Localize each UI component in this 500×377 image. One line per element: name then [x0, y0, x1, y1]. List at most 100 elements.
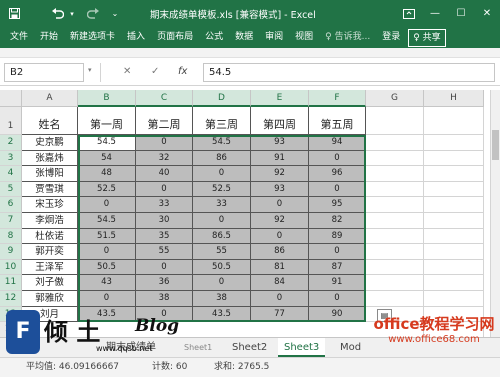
share-button[interactable]: ♀ 共享	[408, 28, 446, 47]
empty-cell[interactable]	[424, 228, 484, 245]
name-cell[interactable]: 史京鹏	[22, 135, 78, 151]
empty-cell[interactable]	[424, 107, 484, 135]
score-cell[interactable]: 33	[136, 197, 193, 213]
row-header-8[interactable]: 8	[0, 228, 22, 245]
score-cell[interactable]: 86	[193, 150, 251, 167]
header-cell[interactable]: 第四周	[251, 107, 309, 135]
score-cell[interactable]: 93	[251, 135, 309, 151]
row-header-1[interactable]: 1	[0, 107, 22, 135]
ribbon-display-icon[interactable]	[402, 7, 416, 20]
score-cell[interactable]: 86.5	[193, 228, 251, 245]
score-cell[interactable]: 52.5	[193, 181, 251, 198]
empty-cell[interactable]	[424, 275, 484, 291]
row-header-3[interactable]: 3	[0, 150, 22, 167]
tab-home[interactable]: 开始	[34, 27, 64, 48]
row-header-10[interactable]: 10	[0, 259, 22, 276]
score-cell[interactable]: 84	[251, 275, 309, 291]
column-header-h[interactable]: H	[424, 90, 484, 107]
score-cell[interactable]: 93	[251, 181, 309, 198]
score-cell[interactable]: 0	[78, 244, 136, 260]
header-cell[interactable]: 第三周	[193, 107, 251, 135]
row-header-2[interactable]: 2	[0, 135, 22, 151]
score-cell[interactable]: 0	[78, 291, 136, 307]
column-header-e[interactable]: E	[251, 90, 309, 107]
name-cell[interactable]: 郭雅欣	[22, 291, 78, 307]
undo-dropdown-icon[interactable]: ▾	[68, 7, 76, 20]
name-cell[interactable]: 贾雪琪	[22, 181, 78, 198]
score-cell[interactable]: 48	[78, 166, 136, 182]
empty-cell[interactable]	[366, 150, 424, 167]
tab-view[interactable]: 视图	[289, 27, 319, 48]
tab-insert[interactable]: 插入	[121, 27, 151, 48]
name-cell[interactable]: 李炯浩	[22, 213, 78, 229]
score-cell[interactable]: 0	[309, 244, 366, 260]
column-header-f[interactable]: F	[309, 90, 366, 107]
score-cell[interactable]: 33	[193, 197, 251, 213]
empty-cell[interactable]	[366, 197, 424, 213]
tab-file[interactable]: 文件	[0, 27, 34, 48]
empty-cell[interactable]	[424, 166, 484, 182]
name-cell[interactable]: 宋玉珍	[22, 197, 78, 213]
score-cell[interactable]: 40	[136, 166, 193, 182]
score-cell[interactable]: 91	[309, 275, 366, 291]
empty-cell[interactable]	[366, 291, 424, 307]
score-cell[interactable]: 38	[193, 291, 251, 307]
score-cell[interactable]: 55	[193, 244, 251, 260]
empty-cell[interactable]	[366, 166, 424, 182]
empty-cell[interactable]	[424, 150, 484, 167]
score-cell[interactable]: 0	[251, 291, 309, 307]
name-box-dropdown-icon[interactable]: ▾	[88, 66, 92, 74]
score-cell[interactable]: 36	[136, 275, 193, 291]
sheet-tab-mod[interactable]: Mod	[334, 338, 367, 357]
score-cell[interactable]: 0	[193, 213, 251, 229]
score-cell[interactable]: 81	[251, 259, 309, 276]
header-cell[interactable]: 第一周	[78, 107, 136, 135]
row-header-11[interactable]: 11	[0, 275, 22, 291]
tab-formulas[interactable]: 公式	[199, 27, 229, 48]
empty-cell[interactable]	[366, 181, 424, 198]
name-box[interactable]: B2	[4, 63, 84, 82]
score-cell[interactable]: 54.5	[78, 135, 136, 151]
score-cell[interactable]: 0	[309, 150, 366, 167]
insert-function-icon[interactable]: fx	[178, 66, 187, 77]
redo-icon[interactable]	[86, 7, 100, 20]
tell-me-search[interactable]: ♀ 告诉我...	[319, 27, 376, 48]
save-icon[interactable]	[8, 7, 20, 20]
column-header-a[interactable]: A	[22, 90, 78, 107]
empty-cell[interactable]	[366, 107, 424, 135]
empty-cell[interactable]	[424, 181, 484, 198]
score-cell[interactable]: 0	[251, 197, 309, 213]
column-header-b[interactable]: B	[78, 90, 136, 107]
tab-new-tab[interactable]: 新建选项卡	[64, 27, 121, 48]
empty-cell[interactable]	[424, 244, 484, 260]
score-cell[interactable]: 77	[251, 306, 309, 323]
header-cell[interactable]: 第五周	[309, 107, 366, 135]
column-header-d[interactable]: D	[193, 90, 251, 107]
empty-cell[interactable]	[366, 275, 424, 291]
score-cell[interactable]: 91	[251, 150, 309, 167]
tab-data[interactable]: 数据	[229, 27, 259, 48]
formula-input[interactable]: 54.5	[203, 63, 495, 82]
score-cell[interactable]: 0	[136, 135, 193, 151]
score-cell[interactable]: 32	[136, 150, 193, 167]
empty-cell[interactable]	[366, 244, 424, 260]
score-cell[interactable]: 90	[309, 306, 366, 323]
empty-cell[interactable]	[366, 135, 424, 151]
score-cell[interactable]: 54	[78, 150, 136, 167]
score-cell[interactable]: 92	[251, 213, 309, 229]
header-cell[interactable]: 第二周	[136, 107, 193, 135]
score-cell[interactable]: 0	[309, 291, 366, 307]
sheet-tab-sheet3[interactable]: Sheet3	[278, 338, 326, 357]
empty-cell[interactable]	[424, 135, 484, 151]
score-cell[interactable]: 0	[136, 259, 193, 276]
score-cell[interactable]: 50.5	[78, 259, 136, 276]
score-cell[interactable]: 0	[193, 275, 251, 291]
column-header-g[interactable]: G	[366, 90, 424, 107]
empty-cell[interactable]	[366, 228, 424, 245]
name-cell[interactable]: 刘子傲	[22, 275, 78, 291]
close-icon[interactable]: ✕	[480, 7, 494, 20]
name-cell[interactable]: 杜依诺	[22, 228, 78, 245]
vertical-scroll-thumb[interactable]	[492, 130, 499, 160]
score-cell[interactable]: 95	[309, 197, 366, 213]
empty-cell[interactable]	[424, 259, 484, 276]
